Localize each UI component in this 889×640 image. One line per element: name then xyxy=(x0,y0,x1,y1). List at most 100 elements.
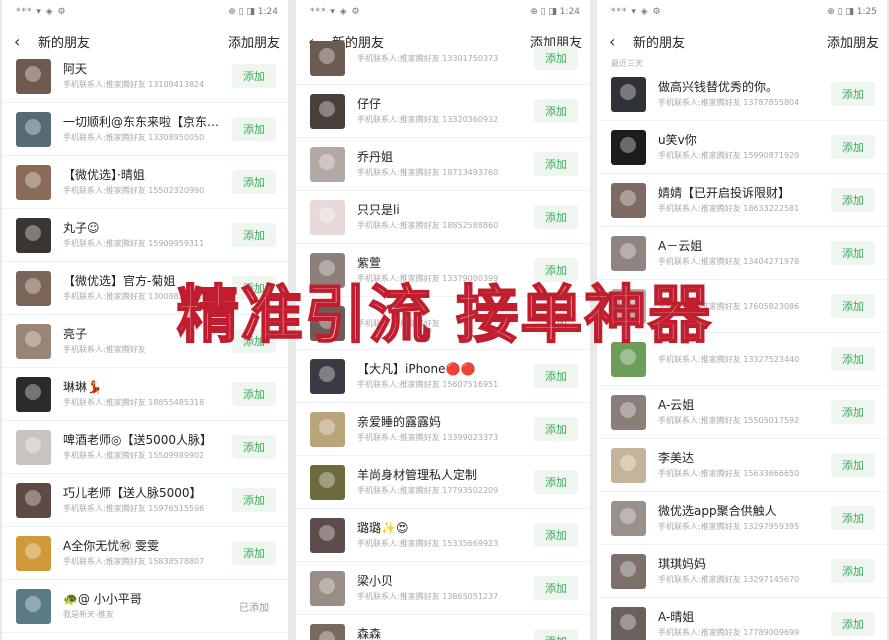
add-button[interactable]: 添加 xyxy=(232,64,276,88)
list-item[interactable]: A-晴姐 手机联系人:推家腾好友 17789009699 添加 xyxy=(597,598,887,640)
list-item[interactable]: 一切顺利@东东来啦【京东坊... 手机联系人:推家腾好友 13308950050 添… xyxy=(2,103,288,156)
add-button[interactable]: 添加 xyxy=(232,170,276,194)
list-item[interactable]: 亲爱睡的露露妈 手机联系人:推家腾好友 13399023373 添加 xyxy=(296,403,590,456)
avatar[interactable] xyxy=(611,606,646,640)
avatar[interactable] xyxy=(16,323,51,359)
add-button[interactable]: 添加 xyxy=(232,276,276,300)
list-item[interactable]: 【微优选】官方-菊姐 手机联系人:推家腾好友 13008825918 添加 xyxy=(2,262,288,315)
list-item[interactable]: 做高兴钱替优秀的你。 手机联系人:推家腾好友 13787855804 添加 xyxy=(597,68,887,121)
avatar[interactable] xyxy=(310,623,345,640)
list-item[interactable]: A全你无忧㊗ 雯雯 手机联系人:推家腾好友 15838578807 添加 xyxy=(2,527,288,580)
add-button[interactable]: 添加 xyxy=(534,99,578,123)
avatar[interactable] xyxy=(16,376,51,412)
add-button[interactable]: 添加 xyxy=(232,382,276,406)
list-item[interactable]: 手机联系人:推家腾好友 13327523440 添加 xyxy=(597,333,887,386)
avatar[interactable] xyxy=(16,535,51,571)
avatar[interactable] xyxy=(310,146,345,182)
avatar[interactable] xyxy=(310,570,345,606)
list-item[interactable]: 微优选app聚合供触人 手机联系人:推家腾好友 13297959395 添加 xyxy=(597,492,887,545)
avatar[interactable] xyxy=(16,588,51,624)
add-friend-button[interactable]: 添加朋友 xyxy=(228,32,280,51)
avatar[interactable] xyxy=(310,358,345,394)
back-arrow-icon[interactable]: ‹ xyxy=(14,32,30,51)
avatar[interactable] xyxy=(611,341,646,377)
avatar[interactable] xyxy=(310,40,345,76)
add-button[interactable]: 添加 xyxy=(232,541,276,565)
list-item[interactable]: u笑v你 手机联系人:推家腾好友 15990871929 添加 xyxy=(597,121,887,174)
add-button[interactable]: 添加 xyxy=(831,241,875,265)
avatar[interactable] xyxy=(611,288,646,324)
avatar[interactable] xyxy=(16,429,51,465)
add-button[interactable]: 添加 xyxy=(831,506,875,530)
add-button[interactable]: 添加 xyxy=(831,82,875,106)
list-item[interactable]: 手机联系人:推家腾好友 13301750373 添加 xyxy=(296,32,590,85)
avatar[interactable] xyxy=(611,182,646,218)
avatar[interactable] xyxy=(310,305,345,341)
list-item[interactable]: 丸子☺ 手机联系人:推家腾好友 15909959311 添加 xyxy=(2,209,288,262)
avatar[interactable] xyxy=(310,199,345,235)
list-item[interactable]: 李美达 手机联系人:推家腾好友 15633666650 添加 xyxy=(597,439,887,492)
list-item[interactable]: 梁小贝 手机联系人:推家腾好友 13865051237 添加 xyxy=(296,562,590,615)
add-button[interactable]: 添加 xyxy=(232,329,276,353)
list-item[interactable]: 巧儿老师【送人脉5000】 手机联系人:推家腾好友 15976515596 添加 xyxy=(2,474,288,527)
avatar[interactable] xyxy=(611,76,646,112)
list-item[interactable]: 羊尚身材管理私人定制 手机联系人:推家腾好友 17793502209 添加 xyxy=(296,456,590,509)
list-item[interactable]: 【微优选】·晴姐 手机联系人:推家腾好友 15502320990 添加 xyxy=(2,156,288,209)
list-item[interactable]: A－云姐 手机联系人:推家腾好友 13404271978 添加 xyxy=(597,227,887,280)
list-item[interactable]: 🐢@ 小小平哥 我是新天-推友 已添加 xyxy=(2,580,288,633)
avatar[interactable] xyxy=(611,553,646,589)
add-button[interactable]: 添加 xyxy=(831,347,875,371)
add-button[interactable]: 添加 xyxy=(534,311,578,335)
list-item[interactable]: 手机联系人:推家腾好友 添加 xyxy=(296,297,590,350)
list-item[interactable]: 仔仔 手机联系人:推家腾好友 13320360932 添加 xyxy=(296,85,590,138)
avatar[interactable] xyxy=(611,447,646,483)
add-button[interactable]: 添加 xyxy=(534,523,578,547)
add-button[interactable]: 添加 xyxy=(534,205,578,229)
list-item[interactable]: 紫萱 手机联系人:推家腾好友 13379000399 添加 xyxy=(296,244,590,297)
avatar[interactable] xyxy=(611,394,646,430)
add-button[interactable]: 添加 xyxy=(831,612,875,636)
add-button[interactable]: 添加 xyxy=(534,152,578,176)
avatar[interactable] xyxy=(16,270,51,306)
avatar[interactable] xyxy=(16,482,51,518)
avatar[interactable] xyxy=(310,411,345,447)
list-item[interactable]: 阿天 手机联系人:推家腾好友 13109413824 添加 xyxy=(2,50,288,103)
add-button[interactable]: 添加 xyxy=(534,417,578,441)
avatar[interactable] xyxy=(16,217,51,253)
add-button[interactable]: 添加 xyxy=(831,453,875,477)
add-button[interactable]: 添加 xyxy=(232,117,276,141)
add-button[interactable]: 添加 xyxy=(534,629,578,640)
list-item[interactable]: 琳琳💃 手机联系人:推家腾好友 18855485318 添加 xyxy=(2,368,288,421)
list-item[interactable]: 啤酒老师◎【送5000人脉】 手机联系人:推家腾好友 15509989902 添加 xyxy=(2,421,288,474)
avatar[interactable] xyxy=(310,517,345,553)
list-item[interactable]: 森森手机联系人:推家腾好友添加 xyxy=(296,615,590,640)
add-button[interactable]: 添加 xyxy=(831,188,875,212)
add-button[interactable]: 添加 xyxy=(232,223,276,247)
add-button[interactable]: 添加 xyxy=(534,46,578,70)
back-arrow-icon[interactable]: ‹ xyxy=(609,32,625,51)
avatar[interactable] xyxy=(16,164,51,200)
add-button[interactable]: 添加 xyxy=(232,488,276,512)
add-button[interactable]: 添加 xyxy=(831,400,875,424)
avatar[interactable] xyxy=(611,129,646,165)
list-item[interactable]: 手机联系人:推家腾好友 17605823086 添加 xyxy=(597,280,887,333)
avatar[interactable] xyxy=(16,111,51,147)
add-button[interactable]: 添加 xyxy=(831,559,875,583)
list-item[interactable]: 【大凡】iPhone🔴🔴 手机联系人:推家腾好友 15607516951 添加 xyxy=(296,350,590,403)
list-item[interactable]: 璐璐✨😍 手机联系人:推家腾好友 15335669923 添加 xyxy=(296,509,590,562)
add-button[interactable]: 添加 xyxy=(534,576,578,600)
add-button[interactable]: 添加 xyxy=(534,258,578,282)
avatar[interactable] xyxy=(16,58,51,94)
list-item[interactable]: 乔丹姐 手机联系人:推家腾好友 18713493760 添加 xyxy=(296,138,590,191)
avatar[interactable] xyxy=(310,464,345,500)
add-button[interactable]: 添加 xyxy=(831,294,875,318)
add-friend-button[interactable]: 添加朋友 xyxy=(827,32,879,51)
list-item[interactable]: 亮子 手机联系人:推家腾好友 添加 xyxy=(2,315,288,368)
add-button[interactable]: 添加 xyxy=(534,364,578,388)
list-item[interactable]: 只只是li 手机联系人:推家腾好友 18852588860 添加 xyxy=(296,191,590,244)
list-item[interactable]: 婧婧【已开启投诉限财】 手机联系人:推家腾好友 18633222581 添加 xyxy=(597,174,887,227)
list-item[interactable]: A-云姐 手机联系人:推家腾好友 15505017592 添加 xyxy=(597,386,887,439)
avatar[interactable] xyxy=(310,93,345,129)
list-item[interactable]: 琪琪妈妈 手机联系人:推家腾好友 13297145670 添加 xyxy=(597,545,887,598)
add-button[interactable]: 添加 xyxy=(831,135,875,159)
